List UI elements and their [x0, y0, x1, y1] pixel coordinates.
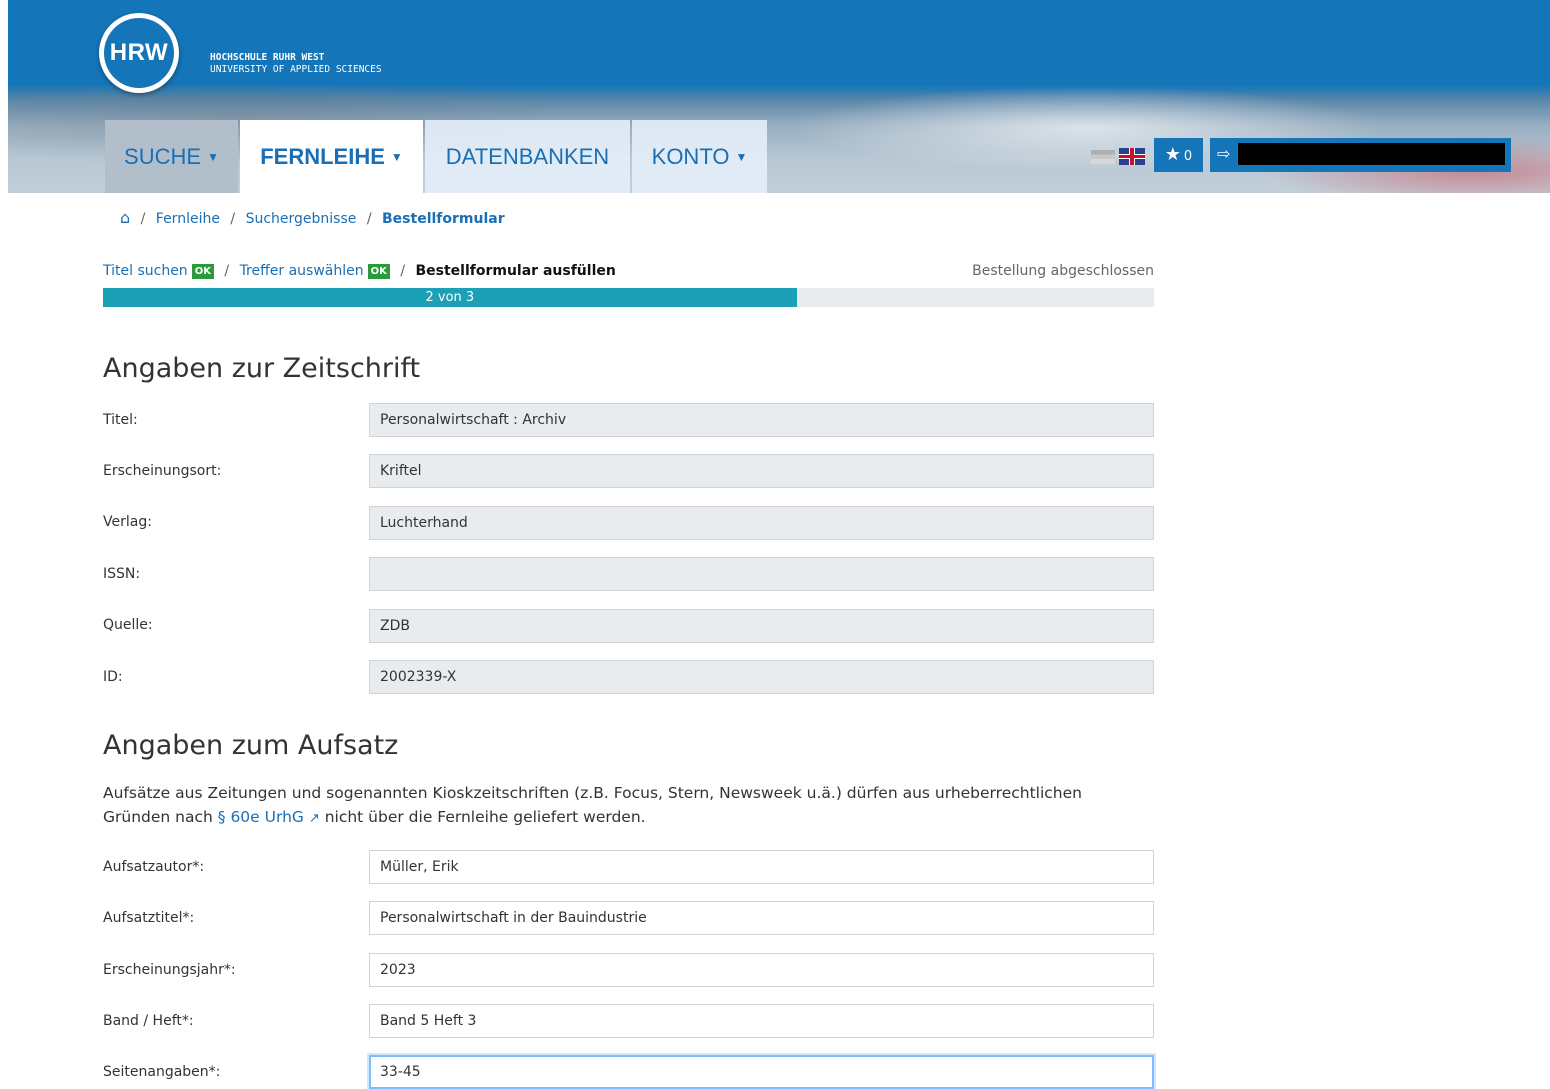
sign-out-icon: ⇨ — [1217, 144, 1231, 163]
field-label-titel: Titel: — [103, 412, 138, 428]
caret-down-icon: ▼ — [207, 149, 219, 164]
favorites-button[interactable]: ★ 0 — [1154, 138, 1203, 172]
breadcrumb-fernleihe[interactable]: Fernleihe — [156, 211, 220, 227]
id-field[interactable] — [369, 660, 1154, 694]
notice-text: nicht über die Fernleihe geliefert werde… — [319, 808, 646, 826]
article-heading: Angaben zum Aufsatz — [103, 730, 399, 761]
german-flag-icon[interactable] — [1091, 150, 1115, 164]
field-label-verlag: Verlag: — [103, 514, 152, 530]
aufsatztitel-field[interactable] — [369, 901, 1154, 935]
field-label-erscheinungsjahr: Erscheinungsjahr*: — [103, 962, 236, 978]
university-name[interactable]: HOCHSCHULE RUHR WEST UNIVERSITY OF APPLI… — [210, 52, 382, 76]
university-name-line2: UNIVERSITY OF APPLIED SCIENCES — [210, 64, 382, 75]
ok-badge: OK — [191, 264, 214, 279]
nav-item-datenbanken[interactable]: DATENBANKEN — [425, 120, 630, 193]
nav-item-label: KONTO — [651, 143, 730, 169]
progress-bar-track: 2 von 3 — [103, 288, 1154, 307]
field-label-seitenangaben: Seitenangaben*: — [103, 1064, 221, 1080]
caret-down-icon: ▼ — [735, 149, 748, 164]
progress-bar-fill: 2 von 3 — [103, 288, 797, 307]
erscheinungsort-field[interactable] — [369, 454, 1154, 488]
step-separator: / — [400, 263, 406, 279]
field-label-erscheinungsort: Erscheinungsort: — [103, 463, 222, 479]
titel-field[interactable] — [369, 403, 1154, 437]
field-label-aufsatzautor: Aufsatzautor*: — [103, 859, 205, 875]
field-label-band-heft: Band / Heft*: — [103, 1013, 194, 1029]
favorites-count: 0 — [1183, 149, 1193, 164]
logout-account-button[interactable]: ⇨ — [1210, 138, 1511, 172]
nav-item-suche[interactable]: SUCHE ▼ — [105, 120, 238, 193]
university-name-line1: HOCHSCHULE RUHR WEST — [210, 52, 325, 63]
urhg-link-label: § 60e UrhG — [217, 808, 304, 826]
nav-item-konto[interactable]: KONTO ▼ — [632, 120, 767, 193]
erscheinungsjahr-field[interactable] — [369, 953, 1154, 987]
nav-item-label: FERNLEIHE — [260, 143, 385, 169]
breadcrumb: ⌂ / Fernleihe / Suchergebnisse / Bestell… — [120, 208, 505, 227]
order-steps: Titel suchen OK / Treffer auswählen OK / B… — [103, 263, 1154, 279]
university-logo[interactable]: HRW — [99, 13, 179, 93]
field-label-aufsatztitel: Aufsatztitel*: — [103, 910, 195, 926]
urhg-link[interactable]: § 60e UrhG ↗ — [218, 808, 320, 826]
ok-badge: OK — [367, 264, 390, 279]
main-nav: SUCHE ▼ FERNLEIHE ▼ DATENBANKEN KONTO ▼ — [105, 120, 769, 193]
caret-down-icon: ▼ — [390, 149, 403, 164]
step-current: Bestellformular ausfüllen — [415, 263, 616, 279]
step-treffer-auswaehlen[interactable]: Treffer auswählen — [240, 263, 364, 279]
field-label-issn: ISSN: — [103, 566, 141, 582]
breadcrumb-separator: / — [140, 211, 146, 227]
step-separator: / — [224, 263, 230, 279]
redacted-username — [1238, 143, 1505, 165]
breadcrumb-separator: / — [366, 211, 372, 227]
step-final: Bestellung abgeschlossen — [972, 263, 1154, 279]
logo-text: HRW — [104, 18, 174, 88]
copyright-notice: Aufsätze aus Zeitungen und sogenannten K… — [103, 781, 1154, 831]
issn-field[interactable] — [369, 557, 1154, 591]
journal-heading: Angaben zur Zeitschrift — [103, 353, 421, 384]
nav-item-fernleihe[interactable]: FERNLEIHE ▼ — [240, 120, 423, 193]
breadcrumb-suchergebnisse[interactable]: Suchergebnisse — [246, 211, 357, 227]
field-label-quelle: Quelle: — [103, 617, 153, 633]
nav-item-label: DATENBANKEN — [445, 143, 610, 169]
breadcrumb-current: Bestellformular — [382, 211, 505, 227]
quelle-field[interactable] — [369, 609, 1154, 643]
verlag-field[interactable] — [369, 506, 1154, 540]
external-link-icon: ↗ — [308, 811, 320, 826]
aufsatzautor-field[interactable] — [369, 850, 1154, 884]
band-heft-field[interactable] — [369, 1004, 1154, 1038]
step-titel-suchen[interactable]: Titel suchen — [103, 263, 188, 279]
nav-item-label: SUCHE — [124, 143, 202, 169]
field-label-id: ID: — [103, 669, 123, 685]
home-icon[interactable]: ⌂ — [120, 208, 130, 227]
seitenangaben-field[interactable] — [369, 1055, 1154, 1089]
breadcrumb-separator: / — [230, 211, 236, 227]
uk-flag-icon[interactable] — [1119, 148, 1145, 165]
star-icon: ★ — [1164, 144, 1181, 165]
